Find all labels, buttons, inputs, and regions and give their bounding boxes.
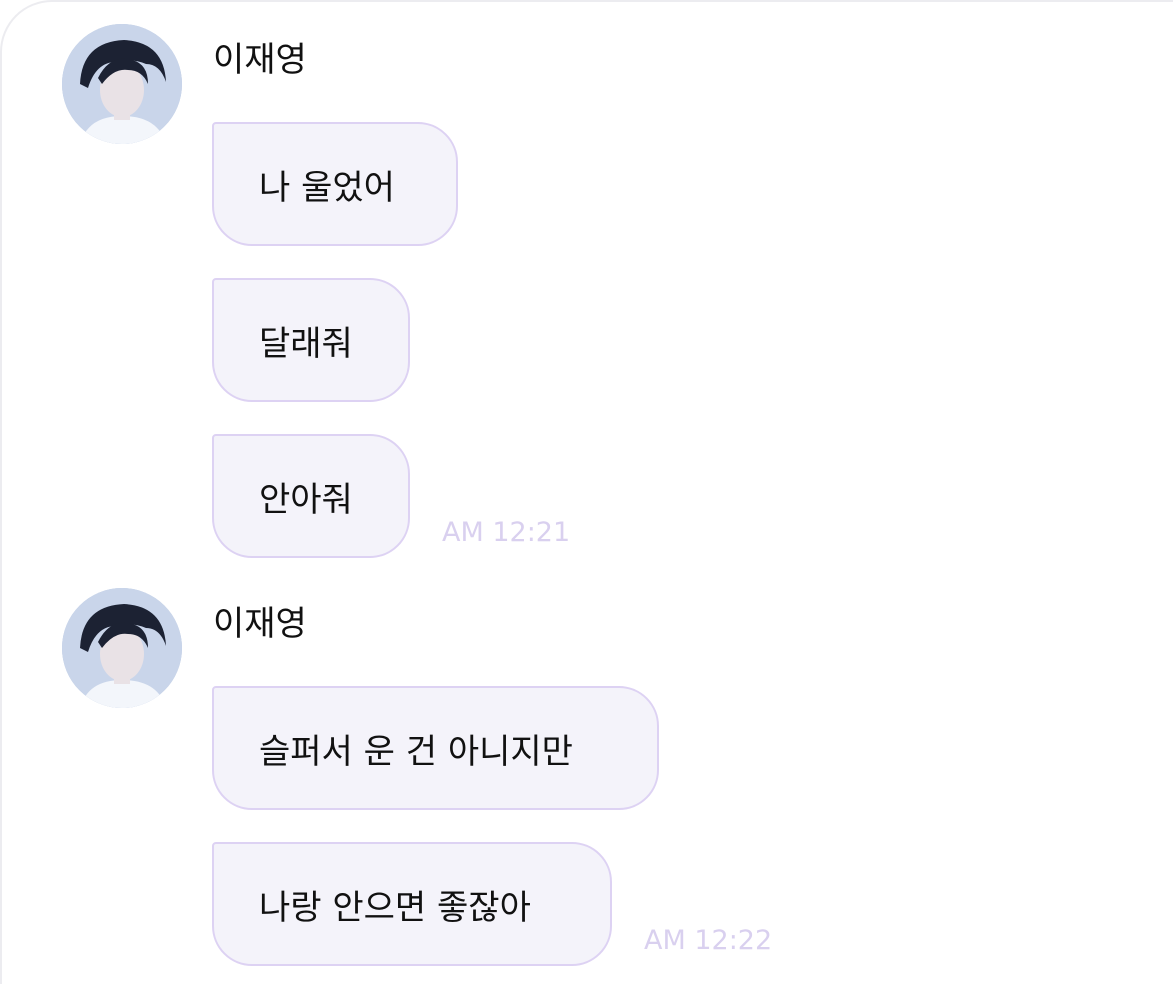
message-bubble[interactable]: 슬퍼서 운 건 아니지만 — [212, 686, 659, 810]
timestamp: AM 12:21 — [442, 517, 571, 548]
avatar[interactable] — [62, 24, 182, 144]
timestamp: AM 12:22 — [644, 925, 773, 956]
profile-photo-icon — [62, 588, 182, 708]
profile-photo-icon — [62, 24, 182, 144]
sender-name: 이재영 — [213, 40, 307, 80]
message-bubble[interactable]: 안아줘 — [212, 434, 410, 558]
sender-name: 이재영 — [213, 604, 307, 644]
chat-window: 이재영 나 울었어 달래줘 안아줘 AM 12:21 이재영 슬퍼서 운 건 아… — [0, 0, 1173, 984]
message-bubble[interactable]: 나 울었어 — [212, 122, 458, 246]
avatar[interactable] — [62, 588, 182, 708]
message-bubble[interactable]: 나랑 안으면 좋잖아 — [212, 842, 612, 966]
message-bubble[interactable]: 달래줘 — [212, 278, 410, 402]
